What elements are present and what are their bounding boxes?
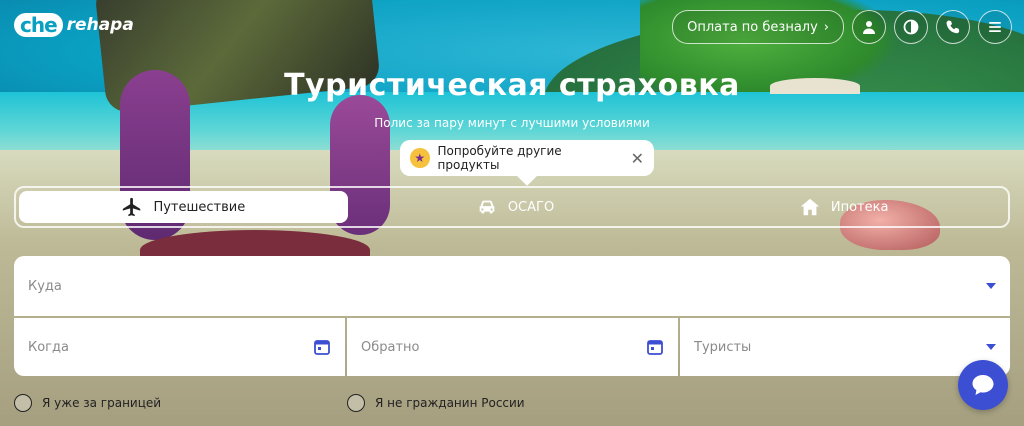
tab-travel[interactable]: Путешествие	[19, 191, 348, 223]
tourists-placeholder: Туристы	[694, 339, 752, 355]
tab-mortgage-label: Ипотека	[830, 199, 889, 215]
departure-date-placeholder: Когда	[28, 339, 69, 355]
phone-icon	[946, 20, 960, 34]
tab-mortgage[interactable]: Ипотека	[679, 188, 1008, 226]
contrast-icon	[903, 19, 919, 35]
cashless-payment-label: Оплата по безналу	[687, 19, 818, 35]
not-russian-citizen-checkbox[interactable]: Я не гражданин России	[347, 394, 525, 412]
destination-field[interactable]: Куда	[14, 256, 1010, 316]
logo[interactable]: che rehapa	[14, 10, 134, 40]
checkbox-circle[interactable]	[14, 394, 32, 412]
contrast-button[interactable]	[894, 10, 928, 44]
chevron-right-icon: ›	[823, 19, 829, 35]
logo-mark: che	[14, 13, 63, 37]
destination-placeholder: Куда	[28, 278, 62, 294]
tab-travel-label: Путешествие	[153, 199, 246, 215]
tourists-field[interactable]: Туристы	[680, 318, 1010, 376]
page-subtitle: Полис за пару минут с лучшими условиями	[374, 116, 650, 130]
chat-button[interactable]	[958, 360, 1008, 410]
close-icon[interactable]: ✕	[631, 149, 644, 168]
user-icon	[863, 21, 875, 34]
header-actions: Оплата по безналу ›	[672, 10, 1012, 44]
checkbox-circle[interactable]	[347, 394, 365, 412]
return-date-field[interactable]: Обратно	[347, 318, 678, 376]
tab-osago[interactable]: ОСАГО	[351, 188, 680, 226]
checkbox-abroad-wrap: Я уже за границей	[14, 394, 161, 412]
product-tabs: Путешествие ОСАГО Ипотека	[14, 186, 1010, 228]
already-abroad-checkbox[interactable]: Я уже за границей	[14, 394, 161, 412]
airplane-icon	[123, 197, 141, 217]
departure-date-field[interactable]: Когда	[14, 318, 345, 376]
calendar-icon	[314, 340, 330, 355]
return-date-placeholder: Обратно	[361, 339, 420, 355]
cashless-payment-button[interactable]: Оплата по безналу ›	[672, 10, 844, 44]
calendar-icon	[647, 340, 663, 355]
user-button[interactable]	[852, 10, 886, 44]
star-eyes-emoji-icon: ★	[410, 148, 430, 168]
logo-text: rehapa	[66, 15, 134, 35]
car-icon	[479, 200, 495, 214]
chevron-down-icon	[986, 283, 996, 289]
chat-bubble-icon	[972, 375, 994, 395]
house-icon	[800, 198, 820, 216]
other-products-tooltip: ★ Попробуйте другие продукты ✕	[400, 140, 654, 176]
tab-osago-label: ОСАГО	[507, 199, 555, 215]
chevron-down-icon	[986, 344, 996, 350]
already-abroad-label: Я уже за границей	[42, 396, 162, 410]
menu-button[interactable]	[978, 10, 1012, 44]
phone-button[interactable]	[936, 10, 970, 44]
page: che rehapa Оплата по безналу › Туристиче…	[0, 0, 1024, 426]
page-title: Туристическая страховка	[284, 68, 740, 103]
tooltip-text: Попробуйте другие продукты	[437, 144, 562, 172]
not-russian-citizen-label: Я не гражданин России	[375, 396, 525, 410]
menu-icon	[989, 22, 1001, 32]
